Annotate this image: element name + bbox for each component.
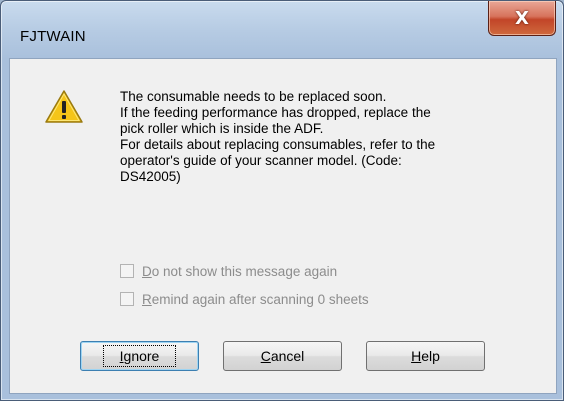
message-line: If the feeding performance has dropped, … (120, 105, 431, 120)
warning-icon (45, 90, 83, 123)
remind-again-label: Remind again after scanning 0 sheets (142, 291, 369, 307)
dialog-window: FJTWAIN X The consumable needs to be rep… (0, 0, 564, 401)
window-title: FJTWAIN (20, 28, 86, 45)
remind-again-checkbox[interactable] (120, 292, 134, 306)
message-text: The consumable needs to be replaced soon… (120, 89, 540, 185)
dialog-body: The consumable needs to be replaced soon… (9, 58, 557, 394)
do-not-show-checkbox-row[interactable]: Do not show this message again (120, 262, 337, 280)
cancel-button-label: Cancel (260, 348, 305, 364)
title-bar[interactable]: FJTWAIN X (1, 1, 563, 57)
close-icon: X (515, 7, 529, 29)
cancel-button[interactable]: Cancel (223, 341, 342, 371)
do-not-show-label: Do not show this message again (142, 263, 338, 279)
help-button[interactable]: Help (366, 341, 485, 371)
ignore-button[interactable]: Ignore (80, 341, 199, 371)
message-line: The consumable needs to be replaced soon… (120, 89, 387, 104)
message-line: DS42005) (120, 169, 181, 184)
ignore-button-label: Ignore (102, 345, 177, 367)
remind-again-checkbox-row[interactable]: Remind again after scanning 0 sheets (120, 290, 369, 308)
help-button-label: Help (411, 348, 440, 364)
message-line: For details about replacing consumables,… (120, 137, 436, 152)
close-button[interactable]: X (488, 1, 556, 36)
message-line: pick roller which is inside the ADF. (120, 121, 324, 136)
do-not-show-checkbox[interactable] (120, 264, 134, 278)
message-line: operator's guide of your scanner model. … (120, 153, 402, 168)
